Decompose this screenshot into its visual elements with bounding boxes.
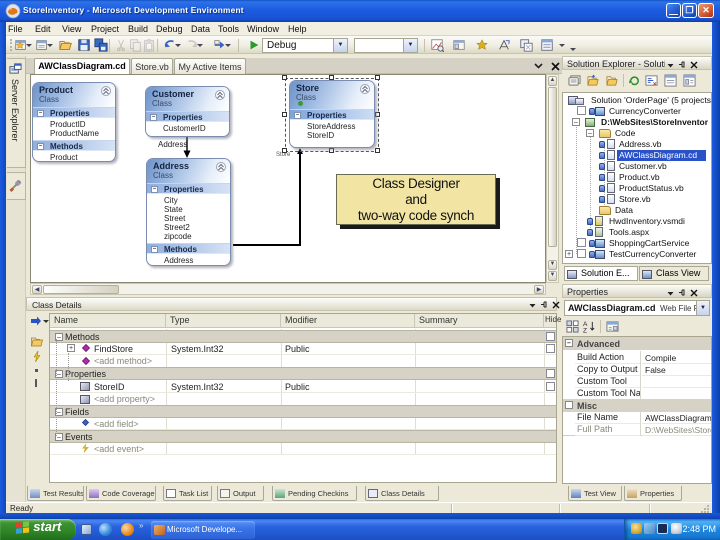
svg-text:Z: Z — [583, 328, 587, 333]
